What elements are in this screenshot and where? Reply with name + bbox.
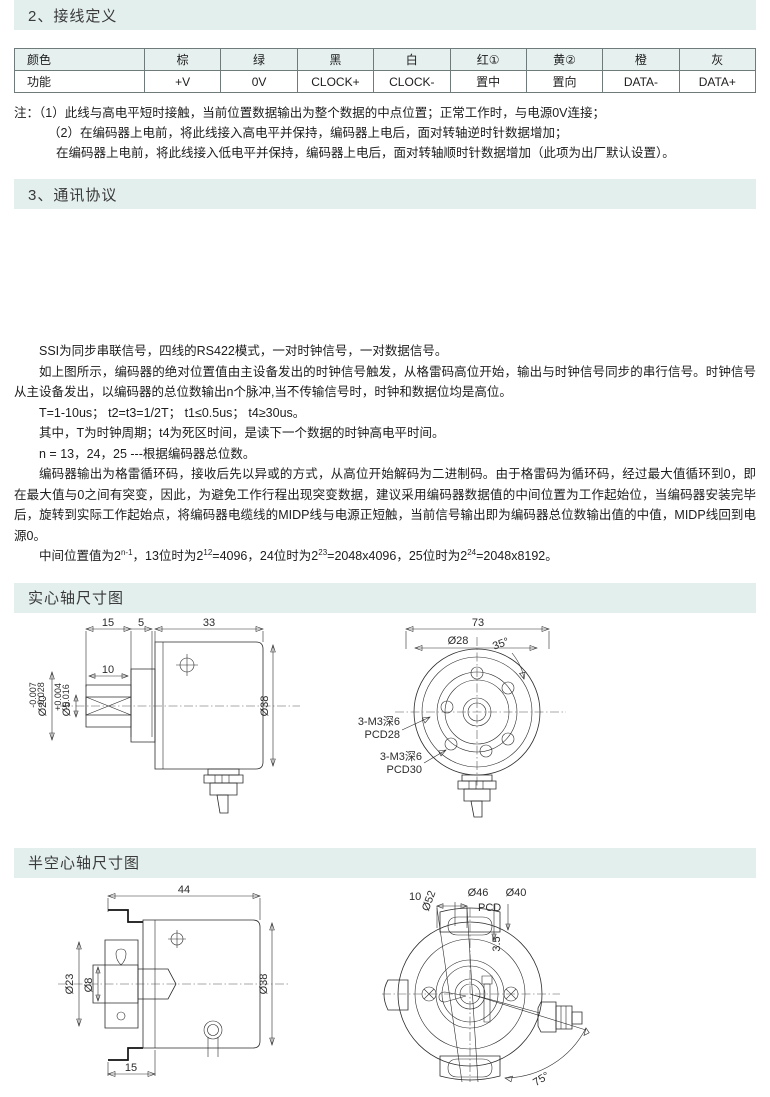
mid-pos-b: ，13位时为2 <box>132 549 204 563</box>
row-label-function: 功能 <box>14 70 145 93</box>
solid-front-overall: 73 <box>472 617 484 629</box>
hollow-dim-44: 44 <box>178 884 190 896</box>
solid-shaft-tol-lower: -0.028 <box>36 682 46 708</box>
solid-dim-5: 5 <box>138 617 144 629</box>
cell-color-1: 绿 <box>220 48 298 71</box>
note-line-3: 在编码器上电前，将此线接入低电平并保持，编码器上电后，面对转轴顺时针数据增加（此… <box>56 146 675 160</box>
mid-pos-c: =4096，24位时为2 <box>212 549 319 563</box>
hollow-front-dim-10: 10 <box>409 891 421 903</box>
hollow-body-dia: Ø38 <box>258 973 270 994</box>
mid-pos-sup-3: 23 <box>318 547 328 557</box>
hollow-front-dia-40: Ø40 <box>506 887 527 899</box>
section-title-solid-shaft: 实心轴尺寸图 <box>28 590 125 607</box>
cell-color-2: 黑 <box>296 48 375 71</box>
section-header-protocol: 3、通讯协议 <box>14 179 756 209</box>
protocol-paragraph-7: 中间位置值为2n-1，13位时为212=4096，24位时为223=2048x4… <box>14 546 756 567</box>
solid-body-dia: Ø38 <box>259 695 271 716</box>
solid-hole-note-2-line1: 3-M3深6 <box>380 750 422 763</box>
solid-key-tol-lower: -0.016 <box>61 684 71 710</box>
mid-pos-sup-1: n-1 <box>120 547 133 557</box>
section-header-solid-shaft: 实心轴尺寸图 <box>14 582 756 613</box>
wiring-notes: 注：（1）此线与高电平短时接触，当前位置数据输出为整个数据的中点位置；正常工作时… <box>14 103 756 163</box>
protocol-description: SSI为同步串联信号，四线的RS422模式，一对时钟信号，一对数据信号。 如上图… <box>14 341 756 567</box>
protocol-paragraph-2: 如上图所示，编码器的绝对位置值由主设备发出的时钟信号触发，从格雷码高位开始，输出… <box>14 364 756 400</box>
mid-pos-sup-2: 12 <box>203 547 213 557</box>
cell-color-7: 灰 <box>678 48 757 71</box>
cell-function-2: CLOCK+ <box>296 70 375 93</box>
half-hollow-shaft-drawing: 44 Ø23 Ø8 Ø38 15 10 Ø52 Ø46 Ø40 PCD 3.5 … <box>0 882 770 1097</box>
datasheet-page: 2、接线定义 颜色 棕 绿 黑 白 红① 黄② 橙 灰 功能 +V 0V CLO… <box>0 0 770 1088</box>
solid-dim-10: 10 <box>102 664 114 676</box>
hollow-front-pcd: PCD <box>478 902 501 914</box>
cell-color-5: 黄② <box>525 48 604 71</box>
cell-function-5: 置向 <box>525 70 604 93</box>
cell-function-1: 0V <box>220 70 298 93</box>
section-title-protocol: 3、通讯协议 <box>28 186 118 204</box>
cell-color-6: 橙 <box>602 48 680 71</box>
solid-hole-note-1-line2: PCD28 <box>365 729 400 741</box>
cell-color-4: 红① <box>449 48 527 71</box>
protocol-paragraph-1: SSI为同步串联信号，四线的RS422模式，一对时钟信号，一对数据信号。 <box>39 344 448 358</box>
section-title-wiring: 2、接线定义 <box>28 7 118 25</box>
cell-function-7: DATA+ <box>678 70 757 93</box>
mid-pos-sup-4: 24 <box>467 547 477 557</box>
mid-pos-e: =2048x8192。 <box>476 549 558 563</box>
protocol-paragraph-3: T=1-10us； t2=t3=1/2T； t1≤0.5us； t4≥30us。 <box>39 405 306 420</box>
protocol-paragraph-6: 编码器输出为格雷循环码，接收后先以异或的方式，从高位开始解码为二进制码。由于格雷… <box>14 467 756 543</box>
solid-dim-33: 33 <box>203 617 215 629</box>
solid-front-angle: 35° <box>491 635 511 652</box>
solid-shaft-drawing: 15 5 33 10 Ø20 -0.007 -0.028 Ø5 +0.004 -… <box>0 617 770 842</box>
wiring-definition-table: 颜色 棕 绿 黑 白 红① 黄② 橙 灰 功能 +V 0V CLOCK+ CLO… <box>14 48 757 93</box>
solid-dim-15: 15 <box>102 617 114 629</box>
cell-function-4: 置中 <box>449 70 527 93</box>
hollow-dim-15: 15 <box>125 1062 137 1074</box>
note-line-1: 注：（1）此线与高电平短时接触，当前位置数据输出为整个数据的中点位置；正常工作时… <box>14 106 605 120</box>
section-header-half-hollow-shaft: 半空心轴尺寸图 <box>14 847 756 878</box>
hollow-shaft-dia: Ø8 <box>83 977 95 992</box>
solid-front-bore-dia: Ø28 <box>448 635 469 647</box>
ssi-timing-diagram: T t2 t3 t4 CLOCK <box>0 215 770 335</box>
wiring-table-wrap: 颜色 棕 绿 黑 白 红① 黄② 橙 灰 功能 +V 0V CLOCK+ CLO… <box>14 48 757 93</box>
hollow-front-dia-46: Ø46 <box>468 887 489 899</box>
table-row-functions: 功能 +V 0V CLOCK+ CLOCK- 置中 置向 DATA- DATA+ <box>14 70 757 93</box>
solid-hole-note-1-line1: 3-M3深6 <box>358 715 400 728</box>
solid-hole-note-2-line2: PCD30 <box>387 764 422 776</box>
cell-color-3: 白 <box>373 48 451 71</box>
table-row-colors: 颜色 棕 绿 黑 白 红① 黄② 橙 灰 <box>14 48 757 71</box>
cell-color-0: 棕 <box>143 48 222 71</box>
row-label-color: 颜色 <box>14 48 145 71</box>
mid-pos-d: =2048x4096，25位时为2 <box>327 549 468 563</box>
protocol-paragraph-5: n = 13，24，25 ---根据编码器总位数。 <box>39 446 256 461</box>
section-header-wiring: 2、接线定义 <box>14 0 756 30</box>
hollow-front-dia-52: Ø52 <box>420 889 438 913</box>
cell-function-6: DATA- <box>602 70 680 93</box>
mid-pos-a: 中间位置值为2 <box>39 549 121 563</box>
section-title-half-hollow-shaft: 半空心轴尺寸图 <box>28 855 141 872</box>
protocol-paragraph-4: 其中，T为时钟周期；t4为死区时间，是读下一个数据的时钟高电平时间。 <box>39 426 445 440</box>
cell-function-3: CLOCK- <box>373 70 451 93</box>
note-line-2: （2）在编码器上电前，将此线接入高电平并保持，编码器上电后，面对转轴逆时针数据增… <box>48 126 568 140</box>
cell-function-0: +V <box>143 70 222 93</box>
hollow-bore-dia: Ø23 <box>64 973 76 994</box>
